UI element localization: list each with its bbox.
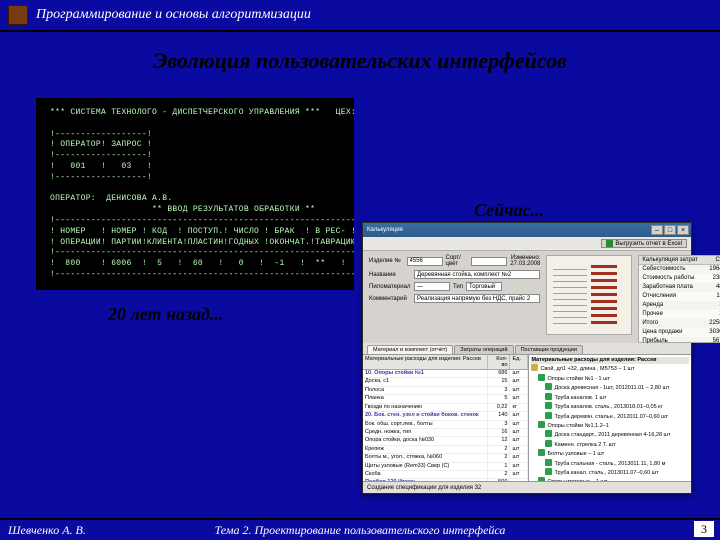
legacy-terminal-screenshot: *** СИСТЕМА ТЕХНОЛОГО - ДИСПЕТЧЕРСКОГО У… [36, 98, 354, 290]
table-row[interactable]: Опора стойки, доска №03012шт [363, 437, 528, 445]
tree-node[interactable]: Доска стандарт., 2011 деревянная 4-16,28… [531, 430, 689, 439]
footer-topic: Тема 2. Проектирование пользовательского… [0, 523, 720, 538]
materials-grid[interactable]: Материальные расходы для изделия: Рассев… [363, 355, 529, 481]
summary-row: Прочее26,35 [639, 310, 720, 319]
table-row[interactable]: Щиты узловые (Rem33) Свер (С)1шт [363, 463, 528, 471]
grid-header-qty: Кол-во [488, 355, 510, 369]
slide-footer: Шевченко А. В. Тема 2. Проектирование по… [0, 518, 720, 540]
grid-header-unit: Ед. [510, 355, 528, 369]
form-area: Изделие № 4556 Сорт/цвет Изменено: 27.03… [363, 251, 691, 343]
grid-header-name: Материальные расходы для изделия: Рассев [363, 355, 488, 369]
type-label: Тип [453, 284, 463, 290]
lumber-field[interactable]: — [414, 282, 450, 291]
tree-node[interactable]: Опоры итоговые – 1 шт [531, 477, 689, 481]
close-icon[interactable]: × [677, 225, 689, 235]
assortment-label: Изделие № [369, 258, 404, 264]
summary-row: Отчисления112,22 [639, 292, 720, 301]
assortment-field[interactable]: 4556 [407, 257, 443, 266]
tree-node[interactable]: Опоры стойки №1,1.2–1 [531, 421, 689, 430]
tab[interactable]: Материал и комплект (отчёт) [367, 345, 453, 354]
summary-row: Заработная плата480,00 [639, 283, 720, 292]
table-row[interactable]: Планка5шт [363, 395, 528, 403]
tree-node[interactable]: Труба каналов. сталь., 2013018.01–0,05 к… [531, 402, 689, 411]
tree-node[interactable]: Доска древесная - 1шт, 2012011.01 – 2,80… [531, 383, 689, 392]
structure-tree[interactable]: Материальные расходы для изделия: Рассев… [529, 355, 691, 481]
summary-row: Себестоимость19648,84 [639, 265, 720, 274]
table-row[interactable]: Бок. обш. сорт.лев., болты3шт [363, 421, 528, 429]
table-row[interactable]: Полоса3шт [363, 387, 528, 395]
table-row[interactable]: Гвозди по назначению0,22кг [363, 404, 528, 412]
form-fields: Изделие № 4556 Сорт/цвет Изменено: 27.03… [369, 255, 540, 343]
table-row[interactable]: Подбор 120 Итого:500 [363, 479, 528, 481]
table-row[interactable]: 10. Опоры стойки №1686шт [363, 370, 528, 378]
minimize-icon[interactable]: – [651, 225, 663, 235]
summary-row: Итого22581,22 [639, 319, 720, 328]
table-row[interactable]: Крепеж2шт [363, 446, 528, 454]
window-title: Калькуляция [367, 227, 403, 233]
tree-node[interactable]: Труба деревян. стальн., 2012011.07–0,60 … [531, 412, 689, 421]
course-logo-icon [8, 5, 28, 25]
excel-icon [606, 240, 613, 247]
tree-header: Материальные расходы для изделия: Рассев [531, 357, 689, 364]
table-row[interactable]: Болты м., угол., стяжка, №0602шт [363, 454, 528, 462]
tree-node[interactable]: Труба канал. сталь., 2013011.07–0,60 шт [531, 468, 689, 477]
grid-header: Материальные расходы для изделия: Рассев… [363, 355, 528, 370]
slide-title: Эволюция пользовательских интерфейсов [0, 48, 720, 74]
footer-author: Шевченко А. В. [8, 523, 86, 538]
tree-node[interactable]: Свой, дл1 +32, длина , М5753 – 1 шт [531, 364, 689, 373]
table-row[interactable]: Средн. ножка, тип16шт [363, 429, 528, 437]
type-field[interactable]: Торговый [466, 282, 502, 291]
name-label: Название [369, 272, 411, 278]
export-excel-button[interactable]: Выгрузить отчет в Excel [601, 239, 687, 248]
tree-node[interactable]: Болты узловые – 1 шт [531, 449, 689, 458]
slide: Программирование и основы алгоритмизации… [0, 0, 720, 540]
drawing-preview [546, 255, 632, 335]
course-name: Программирование и основы алгоритмизации [36, 7, 311, 23]
modern-app-screenshot: Калькуляция – □ × Выгрузить отчет в Exce… [362, 222, 692, 494]
tree-node[interactable]: Опоры стойки №1 - 1 шт [531, 374, 689, 383]
slide-header: Программирование и основы алгоритмизации [0, 0, 720, 32]
table-row[interactable]: Доска, с115шт [363, 378, 528, 386]
status-bar: Создание спецификации для изделия 32 [363, 481, 691, 493]
caption-old: 20 лет назад... [108, 304, 223, 325]
summary-row: Аренда27,72 [639, 301, 720, 310]
tree-node[interactable]: Труба каналов. 1 шт [531, 393, 689, 402]
grade-label: Сорт/цвет [446, 255, 469, 267]
toolbar: Выгрузить отчет в Excel [363, 237, 691, 251]
summary-row: Стоимость работы2382,47 [639, 274, 720, 283]
window-titlebar: Калькуляция – □ × [363, 223, 691, 237]
tree-node[interactable]: Труба стальная - сталь., 2013011.11, 1,8… [531, 459, 689, 468]
export-label: Выгрузить отчет в Excel [615, 241, 682, 247]
summary-row: Цена продажи30302,22 [639, 328, 720, 337]
tab[interactable]: Затраты операций [454, 345, 513, 354]
maximize-icon[interactable]: □ [664, 225, 676, 235]
summary-row: Прибыль5676,84 [639, 337, 720, 346]
changed-label: Изменено: 27.03.2008 [510, 255, 540, 267]
table-row[interactable]: Скоба2шт [363, 471, 528, 479]
cost-summary-panel: Калькуляция затратСуммаСебестоимость1964… [638, 255, 720, 343]
comment-field[interactable]: Реализация напрямую без НДС, прайс 2 [414, 294, 540, 303]
grade-field[interactable] [471, 257, 507, 266]
caption-new: Сейчас... [474, 200, 544, 221]
table-row[interactable]: 20. Бок. стен. узел и стойки боков. стен… [363, 412, 528, 420]
name-field[interactable]: Деревянная стойка, комплект №2 [414, 270, 540, 279]
tree-node[interactable]: Каменн. стрелка 2 Т. шт [531, 440, 689, 449]
comment-label: Комментарий [369, 296, 411, 302]
footer-page-number: 3 [694, 521, 714, 537]
lumber-label: Пиломатериал [369, 284, 411, 290]
tab[interactable]: Поставщик продукции [515, 345, 583, 354]
